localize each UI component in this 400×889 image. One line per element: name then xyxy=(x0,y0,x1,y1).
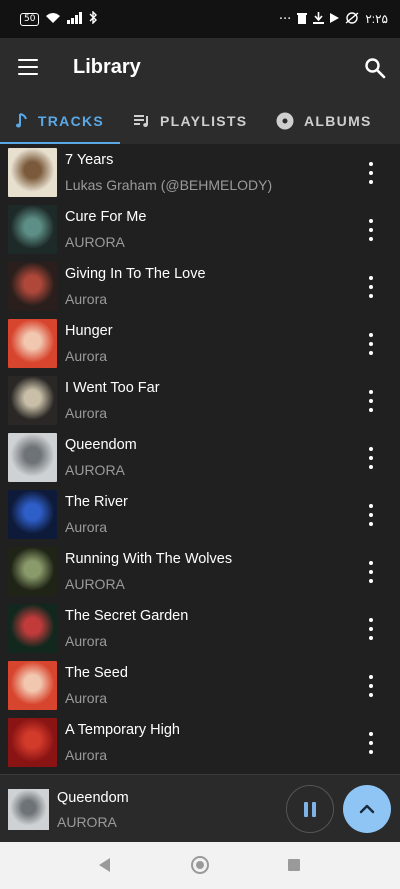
track-row[interactable]: A Temporary High Aurora xyxy=(0,714,400,771)
library-tabs: TRACKS PLAYLISTS ALBUMS xyxy=(0,97,400,144)
now-playing-bar[interactable]: Queendom AURORA xyxy=(0,774,400,842)
track-row[interactable]: The Seed Aurora xyxy=(0,657,400,714)
page-title: Library xyxy=(73,56,141,78)
track-artist: Lukas Graham (@BEHMELODY) xyxy=(65,177,273,193)
track-row[interactable]: I Went Too Far Aurora xyxy=(0,372,400,429)
track-row[interactable]: The River Aurora xyxy=(0,486,400,543)
more-options-icon[interactable] xyxy=(362,561,380,583)
track-row[interactable]: The Secret Garden Aurora xyxy=(0,600,400,657)
album-art xyxy=(8,490,57,539)
tab-tracks-label: TRACKS xyxy=(37,112,105,129)
track-title: The Seed xyxy=(65,665,128,681)
more-options-icon[interactable] xyxy=(362,732,380,754)
tab-albums[interactable]: ALBUMS xyxy=(276,97,372,144)
chevron-up-icon xyxy=(359,804,375,814)
back-icon[interactable] xyxy=(99,858,110,872)
track-title: 7 Years xyxy=(65,152,114,168)
album-art xyxy=(8,262,57,311)
album-art xyxy=(8,205,57,254)
now-playing-title: Queendom xyxy=(57,790,129,806)
track-artist: Aurora xyxy=(65,405,108,421)
track-row[interactable]: Giving In To The Love Aurora xyxy=(0,258,400,315)
track-artist: Aurora xyxy=(65,519,108,535)
system-nav-bar xyxy=(0,842,400,889)
track-row[interactable]: Hunger Aurora xyxy=(0,315,400,372)
album-art xyxy=(8,604,57,653)
track-artist: Aurora xyxy=(65,747,108,763)
track-artist: AURORA xyxy=(65,576,125,592)
tab-albums-label: ALBUMS xyxy=(304,112,372,129)
track-title: The Secret Garden xyxy=(65,608,189,624)
album-art xyxy=(8,661,57,710)
track-title: The River xyxy=(65,494,128,510)
tab-playlists[interactable]: PLAYLISTS xyxy=(134,97,247,144)
album-art xyxy=(8,433,57,482)
home-icon[interactable] xyxy=(191,856,209,874)
track-artist: Aurora xyxy=(65,633,108,649)
more-options-icon[interactable] xyxy=(362,675,380,697)
more-options-icon[interactable] xyxy=(362,447,380,469)
more-options-icon[interactable] xyxy=(362,276,380,298)
album-icon xyxy=(276,112,294,130)
expand-player-button[interactable] xyxy=(343,785,391,833)
wifi-icon xyxy=(45,12,61,27)
more-dots-icon: ··· xyxy=(278,11,292,27)
pause-icon xyxy=(304,801,308,817)
tab-playlists-label: PLAYLISTS xyxy=(160,112,248,129)
play-icon xyxy=(330,12,340,26)
track-title: Giving In To The Love xyxy=(65,266,206,282)
track-artist: Aurora xyxy=(65,348,108,364)
album-art xyxy=(8,547,57,596)
track-list: 7 Years Lukas Graham (@BEHMELODY) Cure F… xyxy=(0,144,400,774)
music-note-icon xyxy=(15,112,28,129)
more-options-icon[interactable] xyxy=(362,618,380,640)
more-options-icon[interactable] xyxy=(362,504,380,526)
track-artist: AURORA xyxy=(65,462,125,478)
more-options-icon[interactable] xyxy=(362,333,380,355)
track-artist: Aurora xyxy=(65,690,108,706)
track-row[interactable]: Cure For Me AURORA xyxy=(0,201,400,258)
download-icon xyxy=(313,11,325,27)
now-playing-artist: AURORA xyxy=(57,814,117,830)
track-row[interactable]: Queendom AURORA xyxy=(0,429,400,486)
track-title: Running With The Wolves xyxy=(65,551,233,567)
track-title: Queendom xyxy=(65,437,137,453)
now-playing-art xyxy=(8,789,49,830)
alarm-off-icon xyxy=(345,11,359,27)
track-title: A Temporary High xyxy=(65,722,180,738)
album-art xyxy=(8,718,57,767)
app-bar: Library xyxy=(0,38,400,97)
track-row[interactable]: 7 Years Lukas Graham (@BEHMELODY) xyxy=(0,144,400,201)
track-title: Cure For Me xyxy=(65,209,147,225)
pause-button[interactable] xyxy=(286,785,334,833)
signal-icon xyxy=(67,11,83,27)
bluetooth-icon xyxy=(89,10,98,27)
status-bar: 50 ··· ۲:۲۵ xyxy=(0,0,400,38)
track-artist: Aurora xyxy=(65,291,108,307)
album-art xyxy=(8,148,57,197)
hamburger-menu-icon[interactable] xyxy=(18,59,38,75)
track-artist: AURORA xyxy=(65,234,125,250)
playlist-icon xyxy=(134,114,150,128)
battery-icon: 50 xyxy=(20,12,40,26)
album-art xyxy=(8,319,57,368)
clock: ۲:۲۵ xyxy=(365,12,388,26)
search-icon[interactable] xyxy=(363,56,387,80)
track-title: I Went Too Far xyxy=(65,380,160,396)
track-row[interactable]: Running With The Wolves AURORA xyxy=(0,543,400,600)
more-options-icon[interactable] xyxy=(362,162,380,184)
track-title: Hunger xyxy=(65,323,113,339)
tab-tracks[interactable]: TRACKS xyxy=(0,97,120,144)
trash-icon xyxy=(297,12,308,27)
album-art xyxy=(8,376,57,425)
more-options-icon[interactable] xyxy=(362,219,380,241)
more-options-icon[interactable] xyxy=(362,390,380,412)
recents-icon[interactable] xyxy=(288,859,300,871)
